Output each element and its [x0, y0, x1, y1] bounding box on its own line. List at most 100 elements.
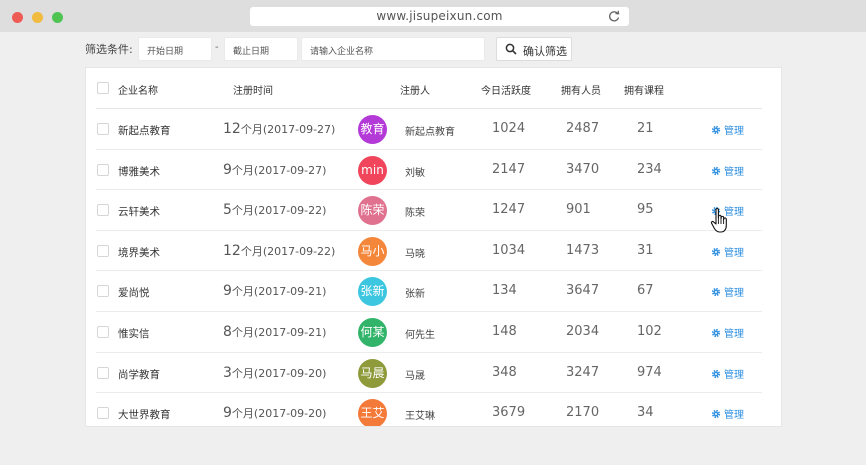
register-date-detail: 个月(2017-09-27) — [240, 123, 336, 136]
table-row[interactable]: 尚学教育 3个月(2017-09-20) 马晨 马晟 348 3247 974 管理 — [96, 353, 762, 394]
register-date-number: 9 — [223, 283, 232, 300]
row-checkbox[interactable] — [97, 123, 109, 135]
members-value: 3647 — [566, 283, 600, 299]
manage-label: 管理 — [724, 410, 744, 422]
start-date-input[interactable]: 开始日期 — [138, 37, 212, 61]
registrant-name: 新起点教育 — [405, 127, 455, 138]
registrant-name: 陈荣 — [405, 208, 425, 220]
activity-value: 148 — [492, 324, 517, 339]
avatar: 何某 — [358, 318, 387, 347]
manage-label: 管理 — [724, 329, 744, 340]
row-checkbox[interactable] — [97, 407, 109, 420]
manage-link[interactable]: 管理 — [711, 284, 744, 299]
company-name: 云轩美术 — [118, 206, 160, 219]
register-date-number: 9 — [223, 405, 232, 422]
registrant-name: 何先生 — [405, 330, 435, 341]
manage-link[interactable]: 管理 — [711, 325, 744, 340]
search-icon — [505, 43, 517, 55]
avatar: min — [358, 155, 387, 185]
activity-value: 134 — [492, 283, 517, 299]
courses-value: 21 — [637, 121, 654, 136]
row-checkbox[interactable] — [97, 244, 109, 257]
courses-value: 102 — [637, 324, 662, 339]
register-date-detail: 个月(2017-09-27) — [231, 163, 327, 177]
confirm-filter-button[interactable]: 确认筛选 — [496, 37, 572, 61]
activity-value: 3679 — [492, 405, 526, 421]
activity-value: 2147 — [492, 161, 526, 177]
header-courses: 拥有课程 — [624, 86, 664, 97]
select-all-checkbox[interactable] — [97, 82, 109, 94]
row-checkbox[interactable] — [97, 366, 109, 379]
header-company-name: 企业名称 — [118, 86, 158, 97]
courses-value: 67 — [637, 283, 654, 299]
table-row[interactable]: 云轩美术 5个月(2017-09-22) 陈荣 陈荣 1247 901 95 管理 — [96, 190, 762, 231]
table-row[interactable]: 爱尚悦 9个月(2017-09-21) 张新 张新 134 3647 67 管理 — [96, 271, 762, 312]
table-row[interactable]: 境界美术 12个月(2017-09-22) 马小 马晓 1034 1473 31 管理 — [96, 231, 762, 272]
manage-link[interactable]: 管理 — [711, 122, 744, 137]
gear-icon — [711, 288, 721, 297]
reload-icon[interactable] — [607, 9, 621, 23]
end-date-input[interactable]: 截止日期 — [224, 37, 298, 61]
manage-link[interactable]: 管理 — [711, 406, 744, 421]
register-date-detail: 个月(2017-09-20) — [231, 407, 327, 421]
register-date-detail: 个月(2017-09-20) — [231, 366, 327, 380]
register-date-detail: 个月(2017-09-21) — [231, 285, 327, 299]
manage-label: 管理 — [724, 288, 744, 300]
row-checkbox[interactable] — [97, 326, 109, 338]
members-value: 2170 — [566, 405, 600, 421]
courses-value: 234 — [637, 161, 662, 177]
gear-icon — [711, 369, 721, 378]
courses-value: 31 — [637, 242, 654, 258]
courses-value: 34 — [637, 405, 654, 421]
activity-value: 1034 — [492, 242, 526, 258]
manage-link[interactable]: 管理 — [711, 244, 744, 259]
registrant-name: 张新 — [405, 289, 425, 301]
gear-icon — [711, 247, 721, 256]
gear-icon — [711, 166, 721, 175]
registrant-name: 刘敏 — [405, 167, 425, 179]
header-register-date: 注册时间 — [233, 86, 273, 97]
courses-value: 974 — [637, 364, 662, 380]
table-row[interactable]: 新起点教育 12个月(2017-09-27) 教育 新起点教育 1024 2487 21 管理 — [96, 109, 762, 150]
maximize-window-button[interactable] — [52, 12, 63, 23]
company-search-input[interactable]: 请输入企业名称 — [301, 37, 485, 61]
members-value: 3247 — [566, 364, 600, 380]
register-date-number: 9 — [223, 161, 232, 178]
filter-label: 筛选条件: — [85, 43, 133, 56]
date-separator: - — [215, 42, 219, 53]
register-date-detail: 个月(2017-09-21) — [231, 326, 327, 339]
gear-icon — [711, 125, 721, 135]
close-window-button[interactable] — [12, 12, 23, 23]
row-checkbox[interactable] — [97, 163, 109, 176]
table-row[interactable]: 惟实信 8个月(2017-09-21) 何某 何先生 148 2034 102 管理 — [96, 312, 762, 353]
register-date: 9个月(2017-09-21) — [223, 283, 326, 299]
register-date-number: 8 — [223, 324, 232, 340]
avatar: 马小 — [358, 236, 387, 266]
table-row[interactable]: 大世界教育 9个月(2017-09-20) 王艾 王艾琳 3679 2170 34 管理 — [96, 393, 762, 426]
header-registrant: 注册人 — [400, 86, 430, 97]
row-checkbox[interactable] — [97, 285, 109, 298]
company-name: 博雅美术 — [118, 165, 160, 178]
members-value: 2034 — [566, 324, 600, 339]
table-row[interactable]: 博雅美术 9个月(2017-09-27) min 刘敏 2147 3470 234 管理 — [96, 150, 762, 191]
company-table: 企业名称 注册时间 注册人 今日活跃度 拥有人员 拥有课程 新起点教育 12个月(… — [85, 67, 782, 427]
register-date-detail: 个月(2017-09-22) — [231, 204, 327, 218]
address-bar[interactable]: www.jisupeixun.com — [250, 7, 629, 26]
courses-value: 95 — [637, 202, 654, 218]
members-value: 3470 — [566, 161, 600, 177]
company-name: 爱尚悦 — [118, 287, 150, 300]
manage-link[interactable]: 管理 — [711, 163, 744, 178]
header-activity: 今日活跃度 — [481, 86, 531, 97]
minimize-window-button[interactable] — [32, 12, 43, 23]
url-text: www.jisupeixun.com — [376, 9, 503, 23]
manage-link[interactable]: 管理 — [711, 366, 744, 381]
members-value: 2487 — [566, 121, 600, 136]
confirm-filter-label: 确认筛选 — [523, 45, 567, 58]
register-date: 12个月(2017-09-27) — [223, 121, 335, 137]
register-date: 12个月(2017-09-22) — [223, 243, 335, 259]
register-date-detail: 个月(2017-09-22) — [240, 244, 336, 258]
gear-icon — [711, 410, 721, 419]
row-checkbox[interactable] — [97, 204, 109, 217]
avatar: 王艾 — [358, 399, 387, 426]
avatar: 陈荣 — [358, 196, 387, 226]
